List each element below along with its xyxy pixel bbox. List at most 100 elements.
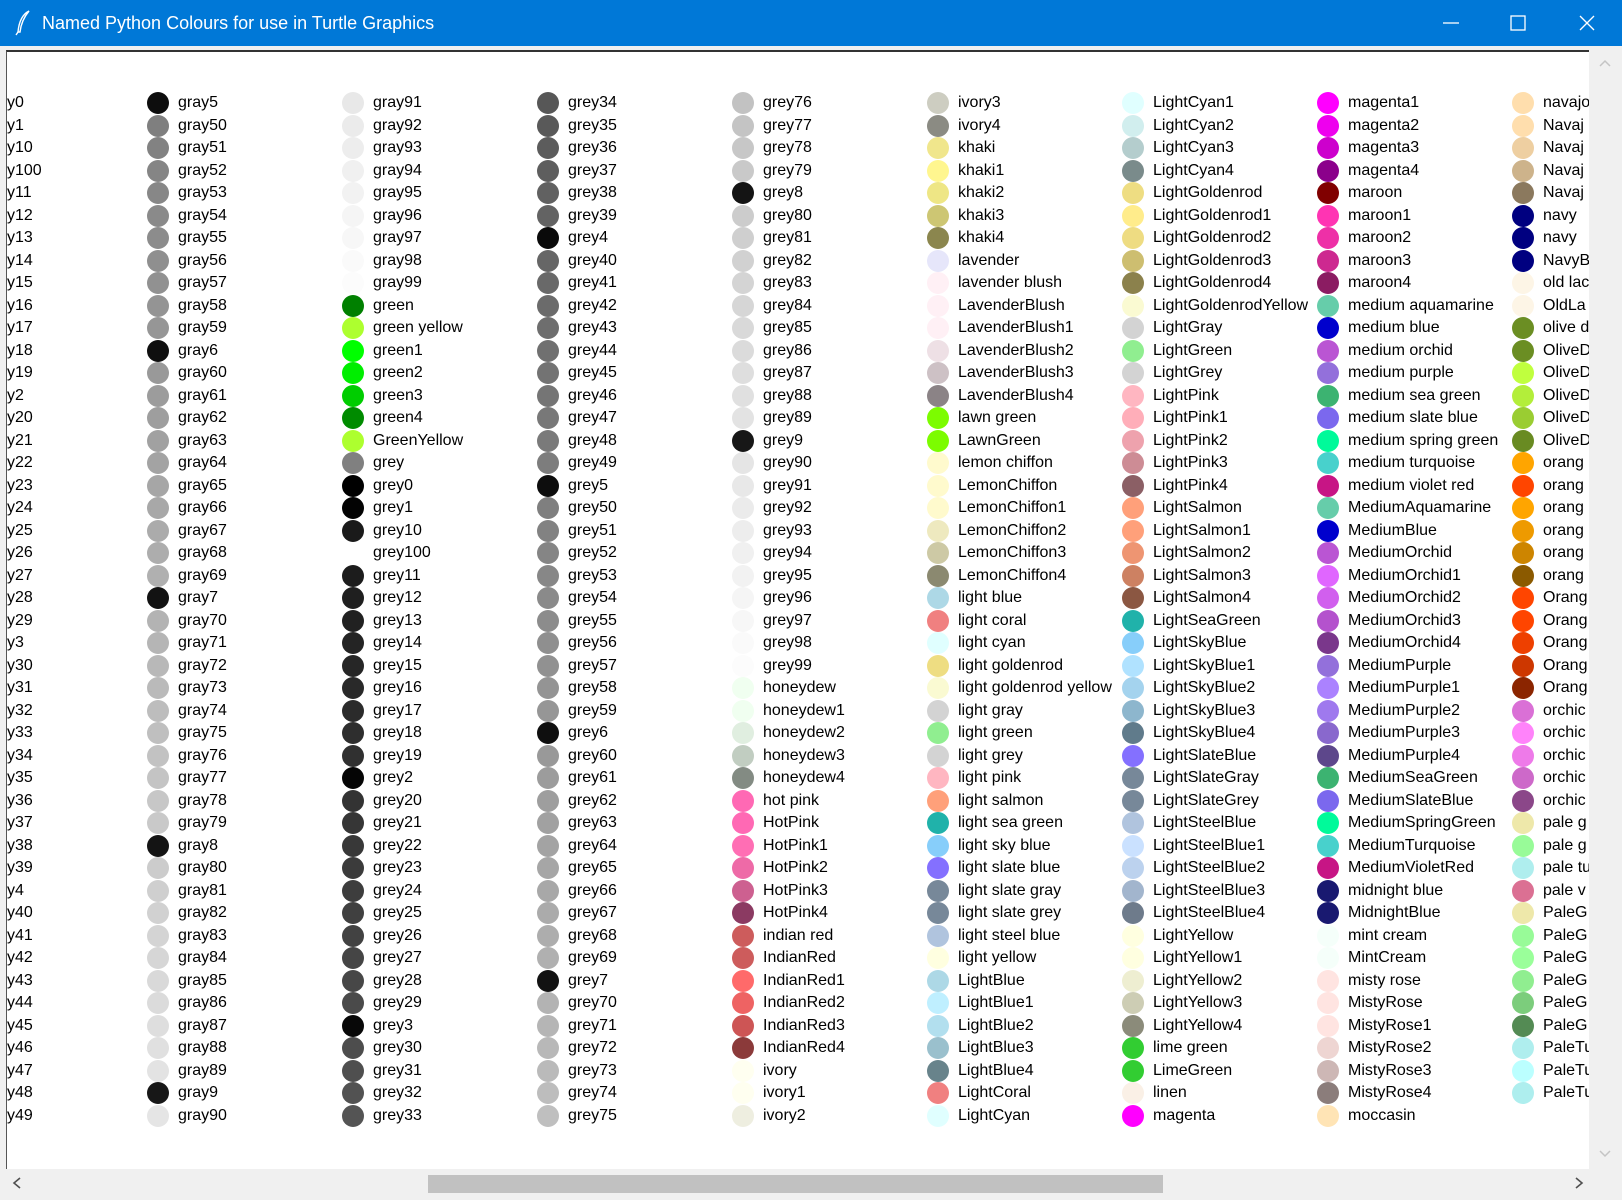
color-dot xyxy=(732,272,754,294)
color-name-label: orchic xyxy=(1543,702,1586,719)
color-dot xyxy=(147,970,169,992)
color-dot xyxy=(342,475,364,497)
color-dot xyxy=(1512,1015,1534,1037)
color-name-label: honeydew3 xyxy=(763,747,845,764)
color-dot xyxy=(147,790,169,812)
color-dot xyxy=(927,497,949,519)
color-dot xyxy=(732,205,754,227)
color-name-label: light yellow xyxy=(958,949,1037,966)
chevron-left-icon[interactable] xyxy=(10,1176,24,1190)
color-dot xyxy=(1512,250,1534,272)
color-name-label: pale g xyxy=(1543,837,1587,854)
color-name-label: gray8 xyxy=(178,837,219,854)
color-name-label: grey55 xyxy=(568,612,617,629)
color-name-label: PaleG xyxy=(1543,972,1588,989)
color-name-label: honeydew xyxy=(763,679,836,696)
color-name-label: y4 xyxy=(7,882,24,899)
color-name-label: grey68 xyxy=(568,927,617,944)
color-dot xyxy=(1512,407,1534,429)
color-dot xyxy=(927,272,949,294)
color-dot xyxy=(1317,947,1339,969)
color-dot xyxy=(147,700,169,722)
vertical-scrollbar[interactable] xyxy=(1593,50,1616,1167)
color-dot xyxy=(732,137,754,159)
color-name-label: grey78 xyxy=(763,139,812,156)
color-dot xyxy=(147,655,169,677)
color-name-label: y47 xyxy=(7,1062,33,1079)
color-name-label: gray75 xyxy=(178,724,227,741)
horizontal-scroll-thumb[interactable] xyxy=(428,1175,1163,1193)
color-name-label: grey28 xyxy=(373,972,422,989)
color-dot xyxy=(927,362,949,384)
color-dot xyxy=(147,1015,169,1037)
color-dot xyxy=(732,1037,754,1059)
color-dot xyxy=(1317,340,1339,362)
color-name-label: LightSkyBlue xyxy=(1153,634,1247,651)
color-name-label: grey8 xyxy=(763,184,804,201)
color-name-label: grey67 xyxy=(568,904,617,921)
horizontal-scrollbar[interactable] xyxy=(6,1171,1593,1196)
color-name-label: grey83 xyxy=(763,274,812,291)
feather-icon xyxy=(15,10,30,36)
color-dot xyxy=(537,295,559,317)
color-name-label: gray52 xyxy=(178,162,227,179)
color-dot xyxy=(147,632,169,654)
color-dot xyxy=(342,1060,364,1082)
color-dot xyxy=(927,992,949,1014)
color-dot xyxy=(1512,430,1534,452)
color-dot xyxy=(147,610,169,632)
close-button[interactable] xyxy=(1552,0,1622,46)
color-dot xyxy=(537,857,559,879)
color-dot xyxy=(732,160,754,182)
chevron-up-icon[interactable] xyxy=(1598,56,1612,70)
minimize-button[interactable] xyxy=(1416,0,1486,46)
color-dot xyxy=(1317,1082,1339,1104)
color-dot xyxy=(927,317,949,339)
color-name-label: gray9 xyxy=(178,1084,219,1101)
maximize-button[interactable] xyxy=(1483,0,1553,46)
color-name-label: medium sea green xyxy=(1348,387,1481,404)
turtle-canvas[interactable]: y0 y1 y10 y100 y11 y12 y13 y14 y15 y16 y17 y18 y19 y2… xyxy=(6,50,1589,1169)
color-name-label: gray59 xyxy=(178,319,227,336)
color-dot xyxy=(147,227,169,249)
color-name-label: grey84 xyxy=(763,297,812,314)
color-name-label: medium turquoise xyxy=(1348,454,1476,471)
color-name-label: y18 xyxy=(7,342,33,359)
color-dot xyxy=(1122,610,1144,632)
color-dot xyxy=(1317,925,1339,947)
color-name-label: Orang xyxy=(1543,612,1588,629)
color-name-label: LightPink2 xyxy=(1153,432,1228,449)
color-name-label: MistyRose3 xyxy=(1348,1062,1432,1079)
color-name-label: HotPink2 xyxy=(763,859,828,876)
color-name-label: maroon2 xyxy=(1348,229,1412,246)
color-dot xyxy=(1512,812,1534,834)
color-name-label: grey21 xyxy=(373,814,422,831)
color-name-label: light goldenrod xyxy=(958,657,1063,674)
color-dot xyxy=(537,970,559,992)
color-name-label: IndianRed4 xyxy=(763,1039,845,1056)
color-name-label: orang xyxy=(1543,522,1584,539)
color-name-label: orang xyxy=(1543,499,1584,516)
color-name-label: Orang xyxy=(1543,657,1588,674)
color-name-label: gray80 xyxy=(178,859,227,876)
chevron-down-icon[interactable] xyxy=(1598,1147,1612,1161)
color-name-label: y14 xyxy=(7,252,33,269)
chevron-right-icon[interactable] xyxy=(1572,1176,1586,1190)
color-dot xyxy=(732,115,754,137)
color-dot xyxy=(342,362,364,384)
color-dot xyxy=(342,407,364,429)
color-name-label: gray78 xyxy=(178,792,227,809)
color-dot xyxy=(342,902,364,924)
color-name-label: LightSlateGrey xyxy=(1153,792,1259,809)
color-name-label: grey91 xyxy=(763,477,812,494)
color-name-label: LightCyan3 xyxy=(1153,139,1234,156)
color-dot xyxy=(147,497,169,519)
color-dot xyxy=(927,295,949,317)
color-dot xyxy=(1512,925,1534,947)
color-name-label: green yellow xyxy=(373,319,463,336)
color-dot xyxy=(537,520,559,542)
color-dot xyxy=(732,227,754,249)
color-dot xyxy=(1122,430,1144,452)
color-name-label: LightGoldenrod3 xyxy=(1153,252,1272,269)
color-dot xyxy=(342,1015,364,1037)
